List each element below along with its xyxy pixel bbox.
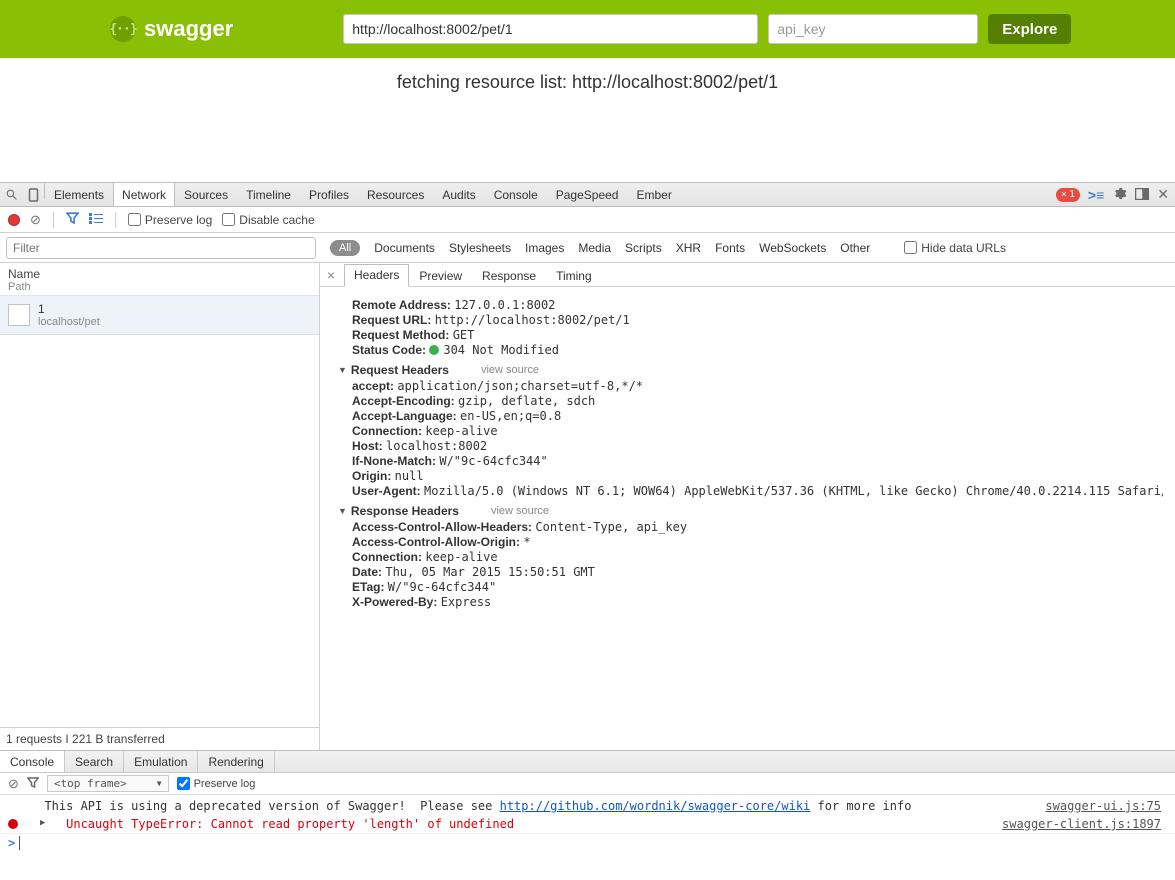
type-stylesheets[interactable]: Stylesheets	[449, 241, 511, 255]
tab-resources[interactable]: Resources	[358, 183, 433, 206]
console-error-source-link[interactable]: swagger-client.js:1897	[982, 817, 1161, 831]
tab-elements[interactable]: Elements	[45, 183, 113, 206]
frame-selector[interactable]: <top frame>▼	[47, 775, 169, 792]
record-icon[interactable]	[8, 214, 20, 226]
console-clear-icon[interactable]: ⊘	[8, 776, 19, 792]
view-source-link-2[interactable]: view source	[491, 505, 549, 517]
request-name: 1	[38, 302, 100, 316]
drawer-tab-console[interactable]: Console	[0, 751, 65, 772]
view-mode-icon[interactable]	[89, 212, 103, 227]
console-filter-icon[interactable]	[27, 776, 39, 791]
status-dot-icon	[429, 345, 439, 355]
type-documents[interactable]: Documents	[374, 241, 435, 255]
detail-tabs: × Headers Preview Response Timing	[320, 263, 1175, 287]
list-header-path: Path	[8, 281, 311, 293]
type-scripts[interactable]: Scripts	[625, 241, 662, 255]
detail-tab-response[interactable]: Response	[472, 265, 546, 287]
type-fonts[interactable]: Fonts	[715, 241, 745, 255]
console-output: This API is using a deprecated version o…	[0, 795, 1175, 880]
explore-button[interactable]: Explore	[988, 14, 1071, 44]
detail-tab-preview[interactable]: Preview	[409, 265, 472, 287]
detail-tab-headers[interactable]: Headers	[344, 264, 409, 287]
toggle-drawer-icon[interactable]: >≡	[1088, 187, 1104, 203]
settings-gear-icon[interactable]	[1112, 186, 1127, 204]
api-key-input[interactable]	[768, 14, 978, 44]
request-thumb-icon	[8, 304, 30, 326]
clear-icon[interactable]: ⊘	[30, 212, 41, 228]
tab-audits[interactable]: Audits	[433, 183, 484, 206]
api-url-input[interactable]	[343, 14, 758, 44]
console-prompt[interactable]: >	[0, 833, 1175, 852]
inspect-icon[interactable]	[0, 183, 22, 206]
swagger-logo: {··} swagger	[110, 16, 233, 42]
type-xhr[interactable]: XHR	[676, 241, 701, 255]
devtools-toolbar: Elements Network Sources Timeline Profil…	[0, 183, 1175, 207]
request-headers-section[interactable]: ▼Request Headersview source	[338, 363, 1163, 377]
console-source-link[interactable]: swagger-ui.js:75	[1025, 799, 1161, 813]
network-request-list: Name Path 1 localhost/pet 1 requests I 2…	[0, 263, 320, 750]
network-detail: × Headers Preview Response Timing Remote…	[320, 263, 1175, 750]
console-link[interactable]: http://github.com/wordnik/swagger-core/w…	[500, 799, 811, 813]
devtools-tabs: Elements Network Sources Timeline Profil…	[45, 183, 681, 206]
headers-body: Remote Address: 127.0.0.1:8002 Request U…	[320, 287, 1175, 750]
devtools-drawer: Console Search Emulation Rendering ⊘ <to…	[0, 750, 1175, 880]
tab-network[interactable]: Network	[113, 183, 175, 206]
type-other[interactable]: Other	[840, 241, 870, 255]
fetching-message: fetching resource list: http://localhost…	[0, 58, 1175, 123]
swagger-header: {··} swagger Explore	[0, 0, 1175, 58]
drawer-tab-rendering[interactable]: Rendering	[198, 751, 274, 772]
request-path: localhost/pet	[38, 316, 100, 328]
drawer-tab-emulation[interactable]: Emulation	[124, 751, 198, 772]
type-all-pill[interactable]: All	[330, 240, 360, 256]
tab-console[interactable]: Console	[485, 183, 547, 206]
console-log-line: This API is using a deprecated version o…	[0, 797, 1175, 815]
preserve-log-checkbox[interactable]: Preserve log	[128, 213, 212, 227]
close-detail-icon[interactable]: ×	[324, 267, 344, 286]
error-count-badge[interactable]: 1	[1056, 188, 1080, 202]
devtools-panel: Elements Network Sources Timeline Profil…	[0, 182, 1175, 880]
tab-ember[interactable]: Ember	[627, 183, 680, 206]
swagger-logo-text: swagger	[144, 16, 233, 42]
close-devtools-icon[interactable]: ✕	[1157, 186, 1169, 203]
network-main: Name Path 1 localhost/pet 1 requests I 2…	[0, 263, 1175, 750]
expand-error-icon[interactable]: ▶	[40, 818, 45, 828]
console-toolbar: ⊘ <top frame>▼ Preserve log	[0, 773, 1175, 795]
view-source-link[interactable]: view source	[481, 364, 539, 376]
type-media[interactable]: Media	[578, 241, 611, 255]
network-toolbar: ⊘ Preserve log Disable cache	[0, 207, 1175, 233]
type-websockets[interactable]: WebSockets	[759, 241, 826, 255]
tab-timeline[interactable]: Timeline	[237, 183, 300, 206]
response-headers-section[interactable]: ▼Response Headersview source	[338, 504, 1163, 518]
drawer-tab-search[interactable]: Search	[65, 751, 124, 772]
hide-data-urls-checkbox[interactable]: Hide data URLs	[904, 241, 1006, 255]
device-mode-icon[interactable]	[22, 183, 44, 206]
request-row[interactable]: 1 localhost/pet	[0, 296, 319, 335]
console-preserve-log-checkbox[interactable]: Preserve log	[177, 777, 256, 790]
disable-cache-checkbox[interactable]: Disable cache	[222, 213, 314, 227]
swagger-logo-icon: {··}	[110, 16, 136, 42]
list-header-name: Name	[8, 267, 311, 281]
detail-tab-timing[interactable]: Timing	[546, 265, 602, 287]
network-filter-row: All Documents Stylesheets Images Media S…	[0, 233, 1175, 263]
filter-toggle-icon[interactable]	[66, 212, 79, 227]
tab-profiles[interactable]: Profiles	[300, 183, 358, 206]
list-header[interactable]: Name Path	[0, 263, 319, 296]
drawer-tabs: Console Search Emulation Rendering	[0, 751, 1175, 773]
network-filter-input[interactable]	[6, 237, 316, 259]
tab-sources[interactable]: Sources	[175, 183, 237, 206]
type-images[interactable]: Images	[525, 241, 564, 255]
console-error-line: ▶ Uncaught TypeError: Cannot read proper…	[0, 815, 1175, 833]
network-summary: 1 requests I 221 B transferred	[0, 727, 319, 750]
tab-pagespeed[interactable]: PageSpeed	[547, 183, 628, 206]
dock-side-icon[interactable]	[1135, 187, 1149, 203]
